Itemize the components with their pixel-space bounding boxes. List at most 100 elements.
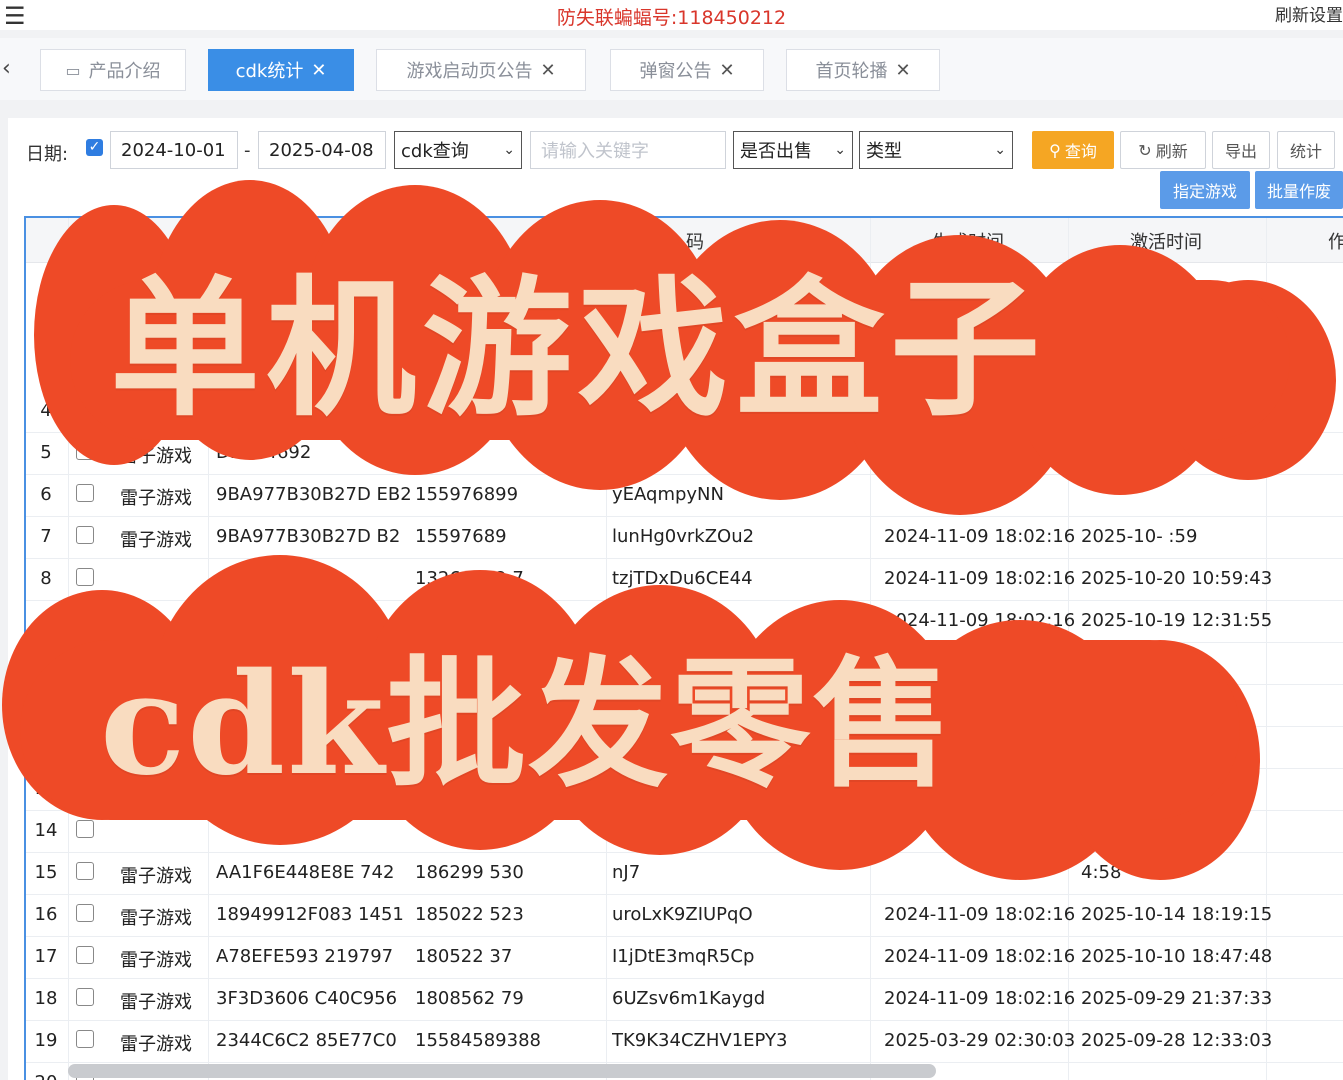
cell-phone: 155976899 xyxy=(415,484,519,505)
query-button[interactable]: ⚲ 查询 xyxy=(1032,131,1114,169)
row-index: 16 xyxy=(34,904,58,925)
batch-void-button[interactable]: 批量作废 xyxy=(1255,171,1343,209)
refresh-button[interactable]: ↻ 刷新 xyxy=(1120,131,1206,169)
cell-activated: 2025-10-19 12:31:55 xyxy=(1081,610,1273,631)
cell-code: lunHg0vrkZOu2 xyxy=(612,526,755,547)
row-index: 14 xyxy=(34,820,58,841)
table-row[interactable]: 19 雷子游戏 2344C6C2 85E77C0 15584589388 TK9K34C… xyxy=(26,1020,1343,1063)
close-icon[interactable]: ✕ xyxy=(540,60,555,81)
cell-phone: 1808562 79 xyxy=(415,988,524,1009)
cell-activated: 2025-10-14 18:19:15 xyxy=(1081,904,1273,925)
chevron-down-icon: ⌄ xyxy=(503,142,515,158)
cell-activated: 2025-10-10 18:47:48 xyxy=(1081,946,1273,967)
row-checkbox[interactable] xyxy=(76,988,94,1006)
cell-created: 2024-11-09 18:02:16 xyxy=(884,988,1076,1009)
cell-cdk: 2344C6C2 85E77C0 xyxy=(216,1030,397,1051)
select-value: cdk查询 xyxy=(401,141,469,162)
keyword-input[interactable]: 请输入关键字 xyxy=(530,131,726,169)
cell-code: uroLxK9ZIUPqO xyxy=(612,904,753,925)
refresh-settings-link[interactable]: 刷新设置 xyxy=(1275,1,1343,26)
tab-cdk-stats[interactable]: cdk统计 ✕ xyxy=(208,49,354,91)
cell-phone: 180522 37 xyxy=(415,946,513,967)
row-index: 20 xyxy=(26,1072,66,1080)
cell-game: 雷子游戏 xyxy=(120,1034,192,1055)
sold-select[interactable]: 是否出售 ⌄ xyxy=(733,131,853,169)
date-label: 日期: xyxy=(26,144,69,165)
cell-created: 2024-11-09 18:02:16 xyxy=(884,946,1076,967)
row-checkbox[interactable] xyxy=(76,904,94,922)
row-checkbox[interactable] xyxy=(76,484,94,502)
date-checkbox[interactable]: ✓ xyxy=(86,139,103,156)
cell-created: 2024-11-09 18:02:16 xyxy=(884,526,1076,547)
row-index: 15 xyxy=(34,862,58,883)
query-type-select[interactable]: cdk查询 ⌄ xyxy=(394,131,522,169)
table-row[interactable]: 16 雷子游戏 18949912F083 1451 185022 523 uroLxK9… xyxy=(26,894,1343,937)
export-button[interactable]: 导出 xyxy=(1212,131,1270,169)
cell-cdk: 9BA977B30B27D EB2 xyxy=(216,484,412,505)
search-icon: ⚲ xyxy=(1049,140,1061,160)
cell-phone: 185022 523 xyxy=(415,904,524,925)
button-label: 刷新 xyxy=(1155,142,1188,161)
row-checkbox[interactable] xyxy=(76,526,94,544)
cell-cdk: 18949912F083 1451 xyxy=(216,904,404,925)
cell-code: I1jDtE3mqR5Cp xyxy=(612,946,755,967)
table-row[interactable]: 17 雷子游戏 A78EFE593 219797 180522 37 I1jDtE3mq… xyxy=(26,936,1343,979)
tab-launch-notice[interactable]: 游戏启动页公告 ✕ xyxy=(376,49,586,91)
cell-activated: 2025-10-20 10:59:43 xyxy=(1081,568,1273,589)
row-checkbox[interactable] xyxy=(76,1030,94,1048)
end-date-input[interactable]: 2025-04-08 xyxy=(258,131,386,169)
table-row[interactable]: 18 雷子游戏 3F3D3606 C40C956 1808562 79 6UZsv6m1… xyxy=(26,978,1343,1021)
start-date-input[interactable]: 2024-10-01 xyxy=(110,131,238,169)
close-icon[interactable]: ✕ xyxy=(895,60,910,81)
tab-product-intro[interactable]: ▭ 产品介绍 xyxy=(40,49,186,91)
cell-code: TK9K34CZHV1EPY3 xyxy=(612,1030,788,1051)
tab-label: 游戏启动页公告 xyxy=(406,61,533,82)
cell-created: 2024-11-09 18:02:16 xyxy=(884,568,1076,589)
tab-popup-notice[interactable]: 弹窗公告 ✕ xyxy=(610,49,764,91)
stats-button[interactable]: 统计 xyxy=(1277,131,1335,169)
row-checkbox[interactable] xyxy=(76,820,94,838)
cell-activated: 2025-09-29 21:37:33 xyxy=(1081,988,1273,1009)
row-index: 19 xyxy=(34,1030,58,1051)
row-checkbox[interactable] xyxy=(76,862,94,880)
cell-code: yEAqmpyNN xyxy=(612,484,724,505)
cell-game: 雷子游戏 xyxy=(120,950,192,971)
button-label: 查询 xyxy=(1064,142,1097,161)
monitor-icon: ▭ xyxy=(65,60,81,80)
cell-code: 6UZsv6m1Kaygd xyxy=(612,988,766,1009)
chevron-left-icon[interactable]: ‹ xyxy=(2,56,11,81)
row-index: 18 xyxy=(34,988,58,1009)
close-icon[interactable]: ✕ xyxy=(311,60,326,81)
tab-label: 产品介绍 xyxy=(88,61,161,82)
tab-label: cdk统计 xyxy=(235,61,304,82)
date-separator: - xyxy=(244,140,251,161)
select-value: 是否出售 xyxy=(740,141,812,162)
cell-created: 2024-11-09 18:02:16 xyxy=(884,904,1076,925)
assign-game-button[interactable]: 指定游戏 xyxy=(1160,171,1250,209)
cell-game: 雷子游戏 xyxy=(120,488,192,509)
horizontal-scrollbar[interactable] xyxy=(68,1064,936,1078)
refresh-icon: ↻ xyxy=(1138,140,1152,160)
table-row[interactable]: 7 雷子游戏 9BA977B30B27D B2 15597689 lunHg0vrkZO… xyxy=(26,516,1343,559)
type-select[interactable]: 类型 ⌄ xyxy=(859,131,1013,169)
chevron-down-icon: ⌄ xyxy=(994,142,1006,158)
close-icon[interactable]: ✕ xyxy=(719,60,734,81)
cell-game: 雷子游戏 xyxy=(120,530,192,551)
cell-activated: 2025-10- :59 xyxy=(1081,526,1198,547)
cell-code: nJ7 xyxy=(612,862,641,883)
cell-phone: 15584589388 xyxy=(415,1030,541,1051)
cell-game: 雷子游戏 xyxy=(120,992,192,1013)
cell-activated: 2025-09-28 12:33:03 xyxy=(1081,1030,1273,1051)
tab-home-carousel[interactable]: 首页轮播 ✕ xyxy=(786,49,940,91)
select-value: 类型 xyxy=(866,141,902,162)
row-checkbox[interactable] xyxy=(76,568,94,586)
row-index: 6 xyxy=(40,484,52,505)
cell-phone: 15597689 xyxy=(415,526,507,547)
anti-fraud-notice: 防失联蝙蝠号:118450212 xyxy=(556,7,787,29)
cell-game: 雷子游戏 xyxy=(120,908,192,929)
header-op: 作 xyxy=(1328,228,1343,254)
row-checkbox[interactable] xyxy=(76,946,94,964)
top-bar: ☰ 防失联蝙蝠号:118450212 刷新设置 xyxy=(0,0,1343,30)
cell-game: 雷子游戏 xyxy=(120,866,192,887)
row-index: 5 xyxy=(40,442,52,463)
